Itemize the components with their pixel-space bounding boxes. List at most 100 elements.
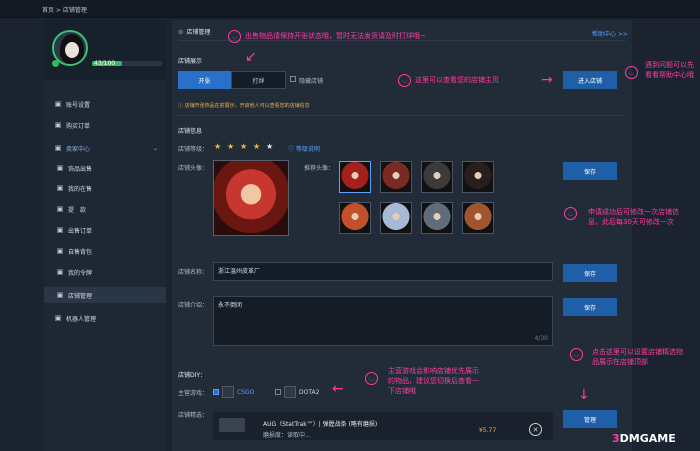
recommended-avatar[interactable]	[380, 161, 412, 193]
coin-icon: ▣	[56, 205, 64, 213]
store-name-field[interactable]: 浙江温州皮革厂	[213, 262, 553, 281]
recommended-avatar[interactable]	[339, 202, 371, 234]
rating-star: ★	[227, 142, 235, 151]
headset-icon: ◡	[365, 372, 378, 385]
page-title: ⚙ 店铺管理	[178, 29, 211, 36]
store-avatar-image[interactable]	[213, 160, 289, 236]
sidebar-item-tag[interactable]: ▣ 饰品出售	[44, 160, 166, 176]
info-section-title: 店铺信息	[178, 128, 203, 135]
game-option-csgo[interactable]: CSGO	[213, 385, 254, 399]
sidebar-item-label: 机器人管理	[66, 315, 97, 323]
headset-icon: ◡	[228, 30, 241, 43]
level-text: 43/100	[94, 60, 116, 67]
divider	[178, 115, 626, 116]
recommended-avatar[interactable]	[462, 202, 494, 234]
annotation-help: 遇到问题可以先看看帮助中心哦	[645, 61, 694, 79]
sidebar-item-label: 提 款	[68, 206, 87, 214]
profile-box: 43/100	[44, 20, 166, 80]
open-button[interactable]: 开张	[178, 71, 231, 89]
arrow-icon: ↙	[245, 49, 257, 65]
sidebar-item-label: 出售订单	[68, 227, 93, 235]
sidebar-item-label: 我的令牌	[68, 269, 93, 277]
annotation-open-state: 出售物品请保持开张状态哦，暂时无法发货请及时打烊哦~	[245, 32, 426, 40]
level-help-link[interactable]: ⓘ 等级说明	[288, 144, 320, 153]
recommended-avatar[interactable]	[421, 202, 453, 234]
breadcrumb[interactable]: 首页 > 店铺管理	[42, 5, 87, 14]
recommended-avatar[interactable]	[380, 202, 412, 234]
sidebar-item-key[interactable]: ▣ 我的令牌	[44, 264, 166, 280]
save-intro-button[interactable]: 保存	[563, 298, 617, 316]
close-icon[interactable]: ✕	[529, 423, 542, 436]
rating-star: ★	[253, 142, 261, 151]
store-intro-field[interactable]: 永不倒闭 4/30	[213, 296, 553, 346]
sidebar: 43/100 ▣ 账号设置 ▣ 购买订单 ▣ 卖家中心 ⌄ ▣ 饰品出售 ▣ 我的在售 ▣ 提 款 ▣ 出售…	[44, 20, 166, 451]
name-label: 店铺名称：	[178, 269, 209, 276]
key-icon: ▣	[56, 268, 64, 276]
sidebar-item-label: 购买订单	[66, 122, 91, 130]
recommended-avatar[interactable]	[421, 161, 453, 193]
game-option-dota2[interactable]: DOTA2	[275, 385, 319, 399]
display-tip: ⓘ 店铺开张饰品在前展示，开启他人可以查看您的店铺信息	[178, 103, 310, 109]
sidebar-item-shield[interactable]: ▣ 购买订单	[44, 117, 166, 133]
arrow-icon: ←	[332, 381, 344, 397]
rating-star: ★	[266, 142, 274, 151]
arrow-icon: →	[541, 72, 553, 88]
rifle-icon	[219, 418, 245, 432]
sidebar-item-label: 店铺管理	[68, 292, 93, 300]
online-badge	[52, 60, 59, 67]
avatar-label: 店铺头像：	[178, 165, 209, 172]
help-center-link[interactable]: 帮助中心 >>	[592, 29, 628, 38]
intro-label: 店铺介绍：	[178, 302, 209, 309]
sidebar-item-bag[interactable]: ▣ 自售背包	[44, 243, 166, 259]
display-section-title: 店铺展示	[178, 58, 203, 65]
watermark: 3DMGAME	[612, 432, 676, 445]
diy-section-title: 店铺DIY：	[178, 372, 207, 379]
save-avatar-button[interactable]: 保存	[563, 162, 617, 180]
annotation-featured: 点击这里可以设置店铺精选物品展示在店铺顶部	[592, 348, 683, 366]
user-icon: ▣	[54, 100, 62, 108]
sidebar-item-coin[interactable]: ▣ 提 款	[44, 201, 166, 217]
sidebar-item-order[interactable]: ▣ 出售订单	[44, 222, 166, 238]
arrow-icon: ↓	[578, 387, 590, 403]
sidebar-item-label: 账号设置	[66, 101, 91, 109]
order-icon: ▣	[56, 226, 64, 234]
sidebar-item-box[interactable]: ▣ 我的在售	[44, 180, 166, 196]
chevron-down-icon: ⌄	[152, 144, 158, 152]
shield-icon: ▣	[54, 121, 62, 129]
tag-icon: ▣	[56, 164, 64, 172]
sidebar-item-label: 自售背包	[68, 248, 93, 256]
item-wear: 磨损度：读取中...	[263, 432, 311, 439]
annotation-main-game: 主营游戏会影响店铺优先展示的物品，建议您切换后查看一下店铺哦	[388, 367, 479, 395]
headset-icon: ◡	[625, 66, 638, 79]
sidebar-item-robot[interactable]: ▣ 机器人管理	[44, 310, 166, 326]
box-icon: ▣	[56, 184, 64, 192]
sidebar-item-label: 我的在售	[68, 185, 93, 193]
rating-star: ★	[214, 142, 222, 151]
level-label: 店铺等级：	[178, 146, 209, 153]
recommended-avatar[interactable]	[339, 161, 371, 193]
featured-item: AUG（StatTrak™）| 弹膛战条 (略有磨损) 磨损度：读取中... ¥…	[213, 412, 553, 440]
main-game-label: 主营游戏：	[178, 390, 209, 397]
close-button[interactable]: 打烊	[231, 71, 286, 89]
bag-icon: ▣	[56, 247, 64, 255]
robot-icon: ▣	[54, 314, 62, 322]
gear-icon: ⚙	[178, 29, 184, 36]
top-bar: 首页 > 店铺管理	[0, 0, 700, 18]
annotation-modify-info: 申请成功后可修改一次店铺信息，此后每30天可修改一次	[588, 208, 679, 226]
recommend-label: 推荐头像：	[304, 165, 335, 172]
featured-label: 店铺精选：	[178, 412, 209, 419]
annotation-store-home: 这里可以查看您的店铺主页	[415, 76, 499, 84]
manage-featured-button[interactable]: 管理	[563, 410, 617, 428]
sidebar-item-cart[interactable]: ▣ 卖家中心 ⌄	[44, 140, 166, 156]
open-close-toggle: 开张 打烊	[178, 71, 286, 89]
save-name-button[interactable]: 保存	[563, 264, 617, 282]
sidebar-item-label: 饰品出售	[68, 165, 93, 173]
sidebar-item-store[interactable]: ▣ 店铺管理	[44, 287, 166, 303]
cart-icon: ▣	[54, 144, 62, 152]
headset-icon: ◡	[398, 74, 411, 87]
rating-star: ★	[240, 142, 248, 151]
enter-store-button[interactable]: 进入店铺	[563, 71, 617, 89]
sidebar-item-user[interactable]: ▣ 账号设置	[44, 96, 166, 112]
recommended-avatar[interactable]	[462, 161, 494, 193]
hide-store-checkbox[interactable]	[290, 76, 296, 82]
